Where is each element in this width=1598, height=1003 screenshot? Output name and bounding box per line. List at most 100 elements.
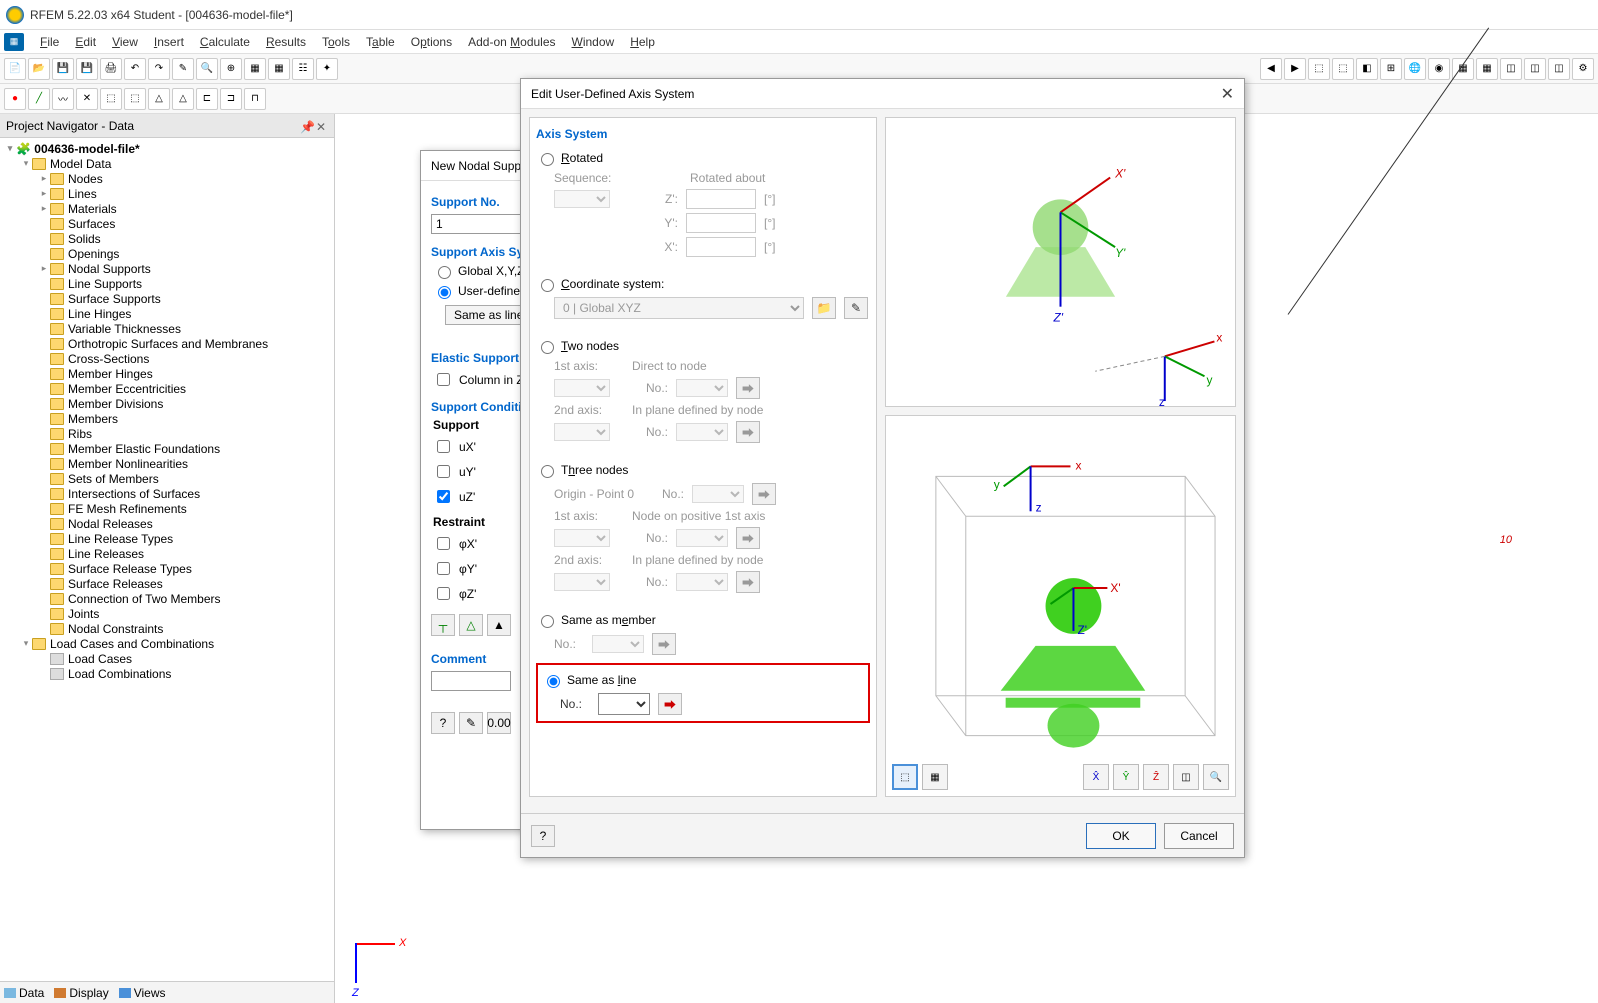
tb-view-4-icon[interactable]: ⊞ bbox=[1380, 58, 1402, 80]
line-no-select[interactable] bbox=[598, 693, 650, 715]
axis-close-icon[interactable]: ✕ bbox=[1221, 84, 1234, 104]
tb2-6-icon[interactable]: ⬚ bbox=[124, 88, 146, 110]
nns-chk-phix[interactable] bbox=[437, 537, 450, 550]
menu-window[interactable]: Window bbox=[564, 33, 623, 51]
tree-item[interactable]: Joints bbox=[0, 606, 334, 621]
tree-item[interactable]: Load Combinations bbox=[0, 666, 334, 681]
navigator-pin-icon[interactable]: 📌 bbox=[300, 120, 312, 132]
radio-same-member[interactable] bbox=[541, 615, 554, 628]
tb2-4-icon[interactable]: ✕ bbox=[76, 88, 98, 110]
preview-view-zoom-icon[interactable]: 🔍 bbox=[1203, 764, 1229, 790]
radio-three-nodes[interactable] bbox=[541, 465, 554, 478]
tb-nav-fwd-icon[interactable]: ▶ bbox=[1284, 58, 1306, 80]
tb2-3-icon[interactable]: 〰 bbox=[52, 88, 74, 110]
axis-cancel-button[interactable]: Cancel bbox=[1164, 823, 1234, 849]
tree-item[interactable]: ▸Nodal Supports bbox=[0, 261, 334, 276]
tree-root[interactable]: ▾🧩 004636-model-file* bbox=[0, 141, 334, 156]
tb-module-5-icon[interactable]: ◫ bbox=[1500, 58, 1522, 80]
tb-open-icon[interactable]: 📂 bbox=[28, 58, 50, 80]
radio-two-nodes[interactable] bbox=[541, 341, 554, 354]
tree-item[interactable]: Openings bbox=[0, 246, 334, 261]
tree-model-data[interactable]: ▾Model Data bbox=[0, 156, 334, 171]
nns-chk-uz[interactable] bbox=[437, 490, 450, 503]
tree-item[interactable]: Ribs bbox=[0, 426, 334, 441]
tb2-11-icon[interactable]: ⊓ bbox=[244, 88, 266, 110]
tb2-5-icon[interactable]: ⬚ bbox=[100, 88, 122, 110]
tb-module-6-icon[interactable]: ◫ bbox=[1524, 58, 1546, 80]
menu-addon[interactable]: Add-on Modules bbox=[460, 33, 563, 51]
tree-item[interactable]: Nodal Releases bbox=[0, 516, 334, 531]
tree-item[interactable]: Line Releases bbox=[0, 546, 334, 561]
tree-lcc[interactable]: ▾Load Cases and Combinations bbox=[0, 636, 334, 651]
nav-tab-display[interactable]: Display bbox=[54, 986, 108, 1000]
preview-view-x-icon[interactable]: X̂ bbox=[1083, 764, 1109, 790]
coord-new-icon[interactable]: 📁 bbox=[812, 297, 836, 319]
tb-tool-2-icon[interactable]: 🔍 bbox=[196, 58, 218, 80]
tb-nav-back-icon[interactable]: ◀ bbox=[1260, 58, 1282, 80]
tree-item[interactable]: Member Elastic Foundations bbox=[0, 441, 334, 456]
nns-comment-input[interactable] bbox=[431, 671, 511, 691]
tb-view-1-icon[interactable]: ⬚ bbox=[1308, 58, 1330, 80]
tree-item[interactable]: Members bbox=[0, 411, 334, 426]
tb2-2-icon[interactable]: ╱ bbox=[28, 88, 50, 110]
nns-chk-column[interactable] bbox=[437, 373, 450, 386]
tb-tool-3-icon[interactable]: ⊕ bbox=[220, 58, 242, 80]
tree-item[interactable]: ▸Lines bbox=[0, 186, 334, 201]
nns-preset-1-icon[interactable]: ┬ bbox=[431, 614, 455, 636]
nns-chk-uy[interactable] bbox=[437, 465, 450, 478]
tb-new-icon[interactable]: 📄 bbox=[4, 58, 26, 80]
menu-tools[interactable]: Tools bbox=[314, 33, 358, 51]
nns-preset-2-icon[interactable]: △ bbox=[459, 614, 483, 636]
tb2-7-icon[interactable]: △ bbox=[148, 88, 170, 110]
preview-view-z-icon[interactable]: Ẑ bbox=[1143, 764, 1169, 790]
tree-item[interactable]: Surfaces bbox=[0, 216, 334, 231]
nns-preset-3-icon[interactable]: ▲ bbox=[487, 614, 511, 636]
tree-item[interactable]: Line Release Types bbox=[0, 531, 334, 546]
tb-redo-icon[interactable]: ↷ bbox=[148, 58, 170, 80]
tb-tool-6-icon[interactable]: ☷ bbox=[292, 58, 314, 80]
nns-help-icon[interactable]: ? bbox=[431, 712, 455, 734]
tb2-1-icon[interactable]: ● bbox=[4, 88, 26, 110]
radio-same-line[interactable] bbox=[547, 675, 560, 688]
nns-support-no-input[interactable] bbox=[431, 214, 531, 234]
radio-rotated[interactable] bbox=[541, 153, 554, 166]
nns-chk-phiy[interactable] bbox=[437, 562, 450, 575]
menu-view[interactable]: View bbox=[104, 33, 146, 51]
tb-view-2-icon[interactable]: ⬚ bbox=[1332, 58, 1354, 80]
tree-item[interactable]: Load Cases bbox=[0, 651, 334, 666]
tree-item[interactable]: Surface Release Types bbox=[0, 561, 334, 576]
tree-item[interactable]: Cross-Sections bbox=[0, 351, 334, 366]
navigator-tree[interactable]: ▾🧩 004636-model-file* ▾Model Data ▸Nodes… bbox=[0, 138, 334, 981]
tree-item[interactable]: Member Hinges bbox=[0, 366, 334, 381]
tree-item[interactable]: Intersections of Surfaces bbox=[0, 486, 334, 501]
tb-tool-1-icon[interactable]: ✎ bbox=[172, 58, 194, 80]
menu-insert[interactable]: Insert bbox=[146, 33, 192, 51]
menu-calculate[interactable]: Calculate bbox=[192, 33, 258, 51]
tb-save-icon[interactable]: 💾 bbox=[52, 58, 74, 80]
tb-tool-7-icon[interactable]: ✦ bbox=[316, 58, 338, 80]
tree-item[interactable]: Line Supports bbox=[0, 276, 334, 291]
preview-view-iso-icon[interactable]: ◫ bbox=[1173, 764, 1199, 790]
nav-tab-views[interactable]: Views bbox=[119, 986, 166, 1000]
tree-item[interactable]: Line Hinges bbox=[0, 306, 334, 321]
radio-coord-system[interactable] bbox=[541, 279, 554, 292]
tb-tool-5-icon[interactable]: ▦ bbox=[268, 58, 290, 80]
tree-item[interactable]: ▸Nodes bbox=[0, 171, 334, 186]
tree-item[interactable]: Member Divisions bbox=[0, 396, 334, 411]
tb-module-2-icon[interactable]: ◉ bbox=[1428, 58, 1450, 80]
axis-ok-button[interactable]: OK bbox=[1086, 823, 1156, 849]
preview-view-2-icon[interactable]: ▦ bbox=[922, 764, 948, 790]
nns-calc-icon[interactable]: 0.00 bbox=[487, 712, 511, 734]
tb-module-4-icon[interactable]: ▦ bbox=[1476, 58, 1498, 80]
tree-item[interactable]: Surface Releases bbox=[0, 576, 334, 591]
tb-print-icon[interactable]: 🖨 bbox=[100, 58, 122, 80]
nav-tab-data[interactable]: Data bbox=[4, 986, 44, 1000]
tb-tool-4-icon[interactable]: ▦ bbox=[244, 58, 266, 80]
menu-edit[interactable]: Edit bbox=[67, 33, 104, 51]
tree-item[interactable]: Member Nonlinearities bbox=[0, 456, 334, 471]
nns-radio-global[interactable] bbox=[438, 266, 451, 279]
tb-module-7-icon[interactable]: ◫ bbox=[1548, 58, 1570, 80]
tree-item[interactable]: Sets of Members bbox=[0, 471, 334, 486]
tb2-10-icon[interactable]: ⊐ bbox=[220, 88, 242, 110]
nns-edit-icon[interactable]: ✎ bbox=[459, 712, 483, 734]
